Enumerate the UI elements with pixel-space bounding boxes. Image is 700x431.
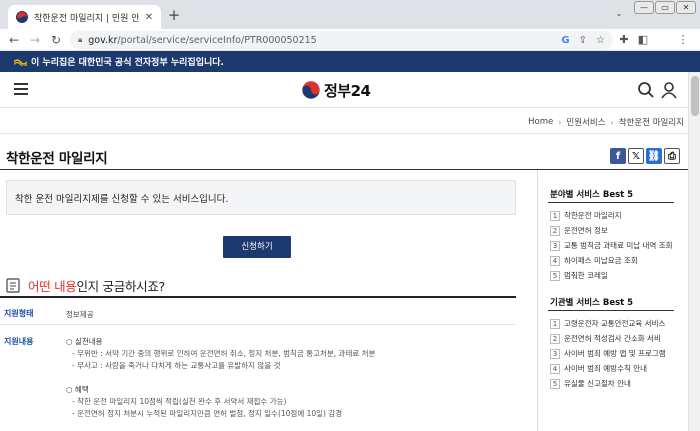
reload-icon[interactable]: ↻ <box>48 32 64 48</box>
google-translate-icon[interactable]: G <box>561 35 569 46</box>
bookmark-star-icon[interactable]: ☆ <box>596 35 605 46</box>
official-gov-banner: 이 누리집은 대한민국 공식 전자정부 누리집입니다. <box>0 51 700 72</box>
detail-line: - 운전면허 정지 처분시 누적된 마일리지만큼 면허 벌점, 정지 일수(10… <box>72 409 343 418</box>
support-type-value: 정보제공 <box>66 310 94 319</box>
field-best-item[interactable]: 3 교통 범칙금 과태료 미납 내역 조회 <box>550 240 678 251</box>
detail-line: - 착한 운전 마일리지 10점씩 적립(실천 완수 후 서약서 재접수 가능) <box>72 397 287 406</box>
lock-icon: 🔒︎ <box>78 35 83 44</box>
browser-tab[interactable]: 착한운전 마일리지 | 민원 안내 ✕ <box>8 5 161 29</box>
extensions-puzzle-icon[interactable]: ✚ <box>617 33 631 47</box>
browser-menu-icon[interactable]: ⋮ <box>676 33 690 47</box>
section-divider <box>0 296 516 298</box>
field-best-item[interactable]: 2 운전면허 정보 <box>550 225 678 236</box>
breadcrumb: Home › 민원서비스 › 착한운전 마일리지 <box>0 108 688 134</box>
page-scrollbar[interactable] <box>688 72 700 431</box>
breadcrumb-home[interactable]: Home <box>528 117 553 127</box>
url-host: gov.kr <box>88 34 118 46</box>
address-bar[interactable]: 🔒︎ gov.kr/portal/service/serviceInfo/PTR… <box>70 31 613 49</box>
agency-best-item[interactable]: 3 사이버 범죄 예방 앱 및 프로그램 <box>550 348 678 359</box>
x-share-icon[interactable]: 𝕏 <box>628 148 644 164</box>
chevron-right-icon: › <box>558 117 562 127</box>
share-page-icon[interactable]: ⇪ <box>579 35 587 46</box>
detail-line: - 무사고 : 사람을 죽거나 다치게 하는 교통사고를 유발하지 않을 것 <box>72 361 281 370</box>
window-close-button[interactable]: ✕ <box>676 1 696 14</box>
row-divider <box>0 324 516 325</box>
page-title: 착한운전 마일리지 <box>6 151 108 167</box>
chevron-right-icon: › <box>610 117 614 127</box>
detail-heading-practice: ○ 실천내용 <box>66 337 103 346</box>
field-best-item[interactable]: 4 하이패스 미납요금 조회 <box>550 255 678 266</box>
detail-line: - 무위반 : 서약 기간 중의 행위로 인하여 운전면허 취소, 정지 처분,… <box>72 349 376 358</box>
gov-mark-icon <box>14 58 27 66</box>
user-icon[interactable] <box>660 81 678 99</box>
apply-button[interactable]: 신청하기 <box>223 236 291 258</box>
agency-best-item[interactable]: 2 운전면허 적성검사 간소화 서비 <box>550 333 678 344</box>
link-copy-icon[interactable]: ⛓︎ <box>646 148 662 164</box>
agency-best-item[interactable]: 4 사이버 범죄 예방수칙 안내 <box>550 363 678 374</box>
url-path: /portal/service/serviceInfo/PTR000050215 <box>117 34 317 46</box>
facebook-share-icon[interactable]: f <box>610 148 626 164</box>
menu-hamburger-icon[interactable] <box>14 83 28 95</box>
field-best-item[interactable]: 5 멈춰한 코레일 <box>550 270 678 281</box>
support-type-label: 지원형태 <box>4 309 34 318</box>
field-best-title: 분야별 서비스 Best 5 <box>550 190 634 200</box>
section-heading: 어떤 내용인지 궁금하시죠? <box>6 276 165 295</box>
summary-text: 착한 운전 마일리지제를 신청할 수 있는 서비스입니다. <box>15 193 229 205</box>
forward-arrow-icon[interactable]: → <box>27 32 43 48</box>
section-title-rest: 인지 궁금하시죠? <box>76 279 165 294</box>
service-summary: 착한 운전 마일리지제를 신청할 수 있는 서비스입니다. <box>6 180 516 215</box>
detail-heading-benefit: ○ 혜택 <box>66 385 89 394</box>
field-best-item[interactable]: 1 착한운전 마일리지 <box>550 210 678 221</box>
tab-search-chevron-icon[interactable]: ⌄ <box>613 9 625 21</box>
print-icon[interactable]: ⎙ <box>664 148 680 164</box>
tab-title: 착한운전 마일리지 | 민원 안내 <box>34 13 139 24</box>
window-maximize-button[interactable]: ▭ <box>655 1 675 14</box>
gov-banner-text: 이 누리집은 대한민국 공식 전자정부 누리집입니다. <box>31 58 224 68</box>
gov24-logo[interactable]: 정부24 <box>301 79 371 101</box>
agency-best-title: 기관별 서비스 Best 5 <box>550 298 634 308</box>
window-minimize-button[interactable]: — <box>634 1 654 14</box>
tab-close-icon[interactable]: ✕ <box>143 12 155 23</box>
browser-tabstrip: 착한운전 마일리지 | 민원 안내 ✕ + ⌄ — ▭ ✕ <box>0 0 700 29</box>
scrollbar-thumb[interactable] <box>691 76 699 116</box>
agency-best-item[interactable]: 1 고령운전자 교통안전교육 서비스 <box>550 318 678 329</box>
gov24-favicon-icon <box>16 11 28 23</box>
taegeuk-logo-icon <box>301 80 321 100</box>
site-header: 정부24 <box>0 72 688 108</box>
search-icon[interactable] <box>637 81 655 99</box>
document-icon <box>6 278 20 293</box>
sidebar: 분야별 서비스 Best 5 1 착한운전 마일리지 2 운전면허 정보 3 교통 범… <box>540 170 688 431</box>
back-arrow-icon[interactable]: ← <box>6 32 22 48</box>
breadcrumb-current[interactable]: 착한운전 마일리지 <box>619 116 684 128</box>
main-content: 착한 운전 마일리지제를 신청할 수 있는 서비스입니다. 신청하기 어떤 내용… <box>0 170 538 431</box>
sidebar-divider <box>548 202 674 203</box>
side-panel-icon[interactable]: ◧ <box>636 33 650 47</box>
support-content-label: 지원내용 <box>4 337 34 346</box>
section-title-highlight: 어떤 내용 <box>28 279 77 294</box>
logo-text: 정부24 <box>324 81 371 100</box>
sidebar-divider <box>548 310 674 311</box>
browser-toolbar: ← → ↻ 🔒︎ gov.kr/portal/service/serviceIn… <box>0 29 700 51</box>
new-tab-button[interactable]: + <box>166 7 182 23</box>
agency-best-item[interactable]: 5 유실물 신고절차 안내 <box>550 378 678 389</box>
breadcrumb-civil-service[interactable]: 민원서비스 <box>566 116 605 128</box>
